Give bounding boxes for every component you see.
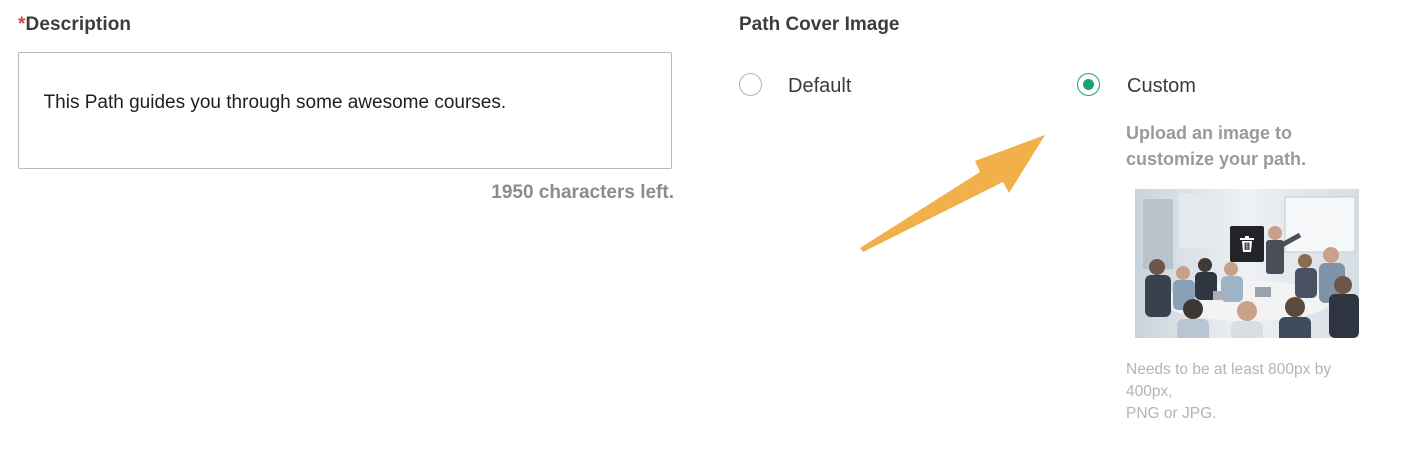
requirement-size: Needs to be at least 800px by 400px,	[1126, 361, 1332, 400]
radio-custom-label[interactable]: Custom	[1127, 75, 1196, 98]
cover-image-label: Path Cover Image	[739, 14, 900, 35]
image-requirements-note: Needs to be at least 800px by 400px, PNG…	[1126, 359, 1376, 425]
characters-left-counter: 1950 characters left.	[491, 182, 674, 203]
delete-image-button[interactable]	[1230, 226, 1264, 262]
description-textarea[interactable]: This Path guides you through some awesom…	[18, 52, 672, 169]
required-marker: *	[18, 14, 26, 35]
trash-icon	[1240, 236, 1254, 252]
radio-default[interactable]	[739, 73, 762, 96]
radio-default-label[interactable]: Default	[788, 75, 851, 98]
cover-image-preview	[1135, 189, 1359, 338]
requirement-format: PNG or JPG.	[1126, 405, 1217, 422]
upload-hint: Upload an image to customize your path.	[1126, 123, 1307, 169]
description-label: *Description	[18, 14, 131, 36]
annotation-arrow	[860, 135, 1045, 252]
description-value: This Path guides you through some awesom…	[43, 92, 507, 113]
description-label-text: Description	[25, 14, 132, 35]
radio-custom[interactable]	[1077, 73, 1100, 96]
